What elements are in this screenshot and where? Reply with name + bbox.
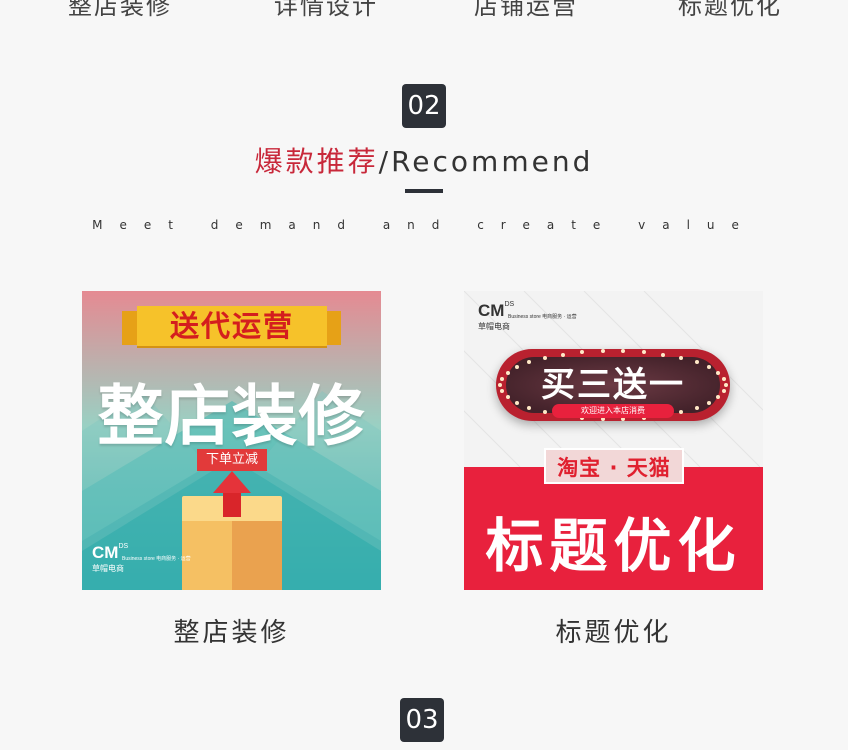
- section-tagline: Meet demand and create value: [92, 218, 756, 232]
- brand-logo: CMDS 草帽电商 Business store 电商服务 · 运营: [92, 543, 191, 574]
- nav-item-title-optimization[interactable]: 标题优化: [678, 0, 782, 21]
- section-title-sep: /: [378, 145, 392, 178]
- section-title: 爆款推荐/Recommend: [0, 140, 848, 180]
- marquee-bulb: [661, 352, 666, 357]
- marquee-bulb: [542, 410, 547, 415]
- logo-name: 草帽电商: [478, 322, 510, 331]
- nav-item-store-operation[interactable]: 店铺运营: [474, 0, 578, 21]
- up-arrow-stem: [223, 491, 241, 517]
- product-card-image-title-optimization[interactable]: CMDS 草帽电商 Business store 电商服务 · 运营 买三送一 …: [464, 291, 763, 590]
- promo-ribbon: 送代运营: [137, 306, 327, 346]
- logo-sup: DS: [118, 543, 129, 550]
- marquee-bulb: [600, 349, 605, 354]
- logo-subtitle: Business store 电商服务 · 运营: [122, 556, 191, 562]
- marquee-bulb: [499, 376, 504, 381]
- product-card-image-store-decoration[interactable]: 送代运营 整店装修 下单立减 CMDS 草帽电商 Business store …: [82, 291, 381, 590]
- section-title-zh: 爆款推荐: [254, 145, 379, 178]
- cube-right-face: [232, 521, 282, 590]
- top-category-nav: 整店装修 详情设计 店铺运营 标题优化: [0, 0, 848, 20]
- marquee-bulb: [560, 352, 565, 357]
- brand-logo: CMDS 草帽电商 Business store 电商服务 · 运营: [478, 301, 577, 332]
- marquee-bulb: [505, 395, 510, 400]
- logo-mark: CM: [92, 543, 119, 562]
- marquee-bulb: [542, 355, 547, 360]
- discount-tag: 下单立减: [197, 449, 267, 471]
- logo-name: 草帽电商: [92, 564, 124, 573]
- logo-sup: DS: [504, 301, 515, 308]
- marquee-bulb: [505, 370, 510, 375]
- nav-item-detail-design[interactable]: 详情设计: [274, 0, 378, 21]
- logo-mark: CM: [478, 301, 505, 320]
- platform-label: 淘宝 · 天猫: [544, 448, 684, 484]
- nav-item-store-decoration[interactable]: 整店装修: [68, 0, 172, 21]
- card-headline: 标题优化: [485, 512, 742, 580]
- marquee-bulb: [724, 383, 728, 387]
- up-arrow-icon: [213, 471, 251, 493]
- section-number-badge: 02: [402, 84, 446, 128]
- sign-subtitle: 欢迎进入本店消费: [552, 404, 674, 418]
- logo-subtitle: Business store 电商服务 · 运营: [508, 314, 577, 320]
- marquee-bulb: [694, 360, 699, 365]
- marquee-bulb: [514, 400, 519, 405]
- marquee-bulb: [722, 376, 727, 381]
- section-number-badge: 03: [400, 698, 444, 742]
- card-label-title-optimization[interactable]: 标题优化: [464, 612, 763, 649]
- marquee-bulb: [498, 383, 502, 387]
- card-label-store-decoration[interactable]: 整店装修: [82, 612, 381, 649]
- section-title-en: Recommend: [391, 145, 594, 178]
- card-headline: 整店装修: [97, 378, 366, 455]
- marquee-bulb: [694, 405, 699, 410]
- marquee-bulb: [707, 400, 712, 405]
- marquee-bulb: [514, 365, 519, 370]
- title-underline: [405, 189, 443, 193]
- marquee-bulb: [679, 355, 684, 360]
